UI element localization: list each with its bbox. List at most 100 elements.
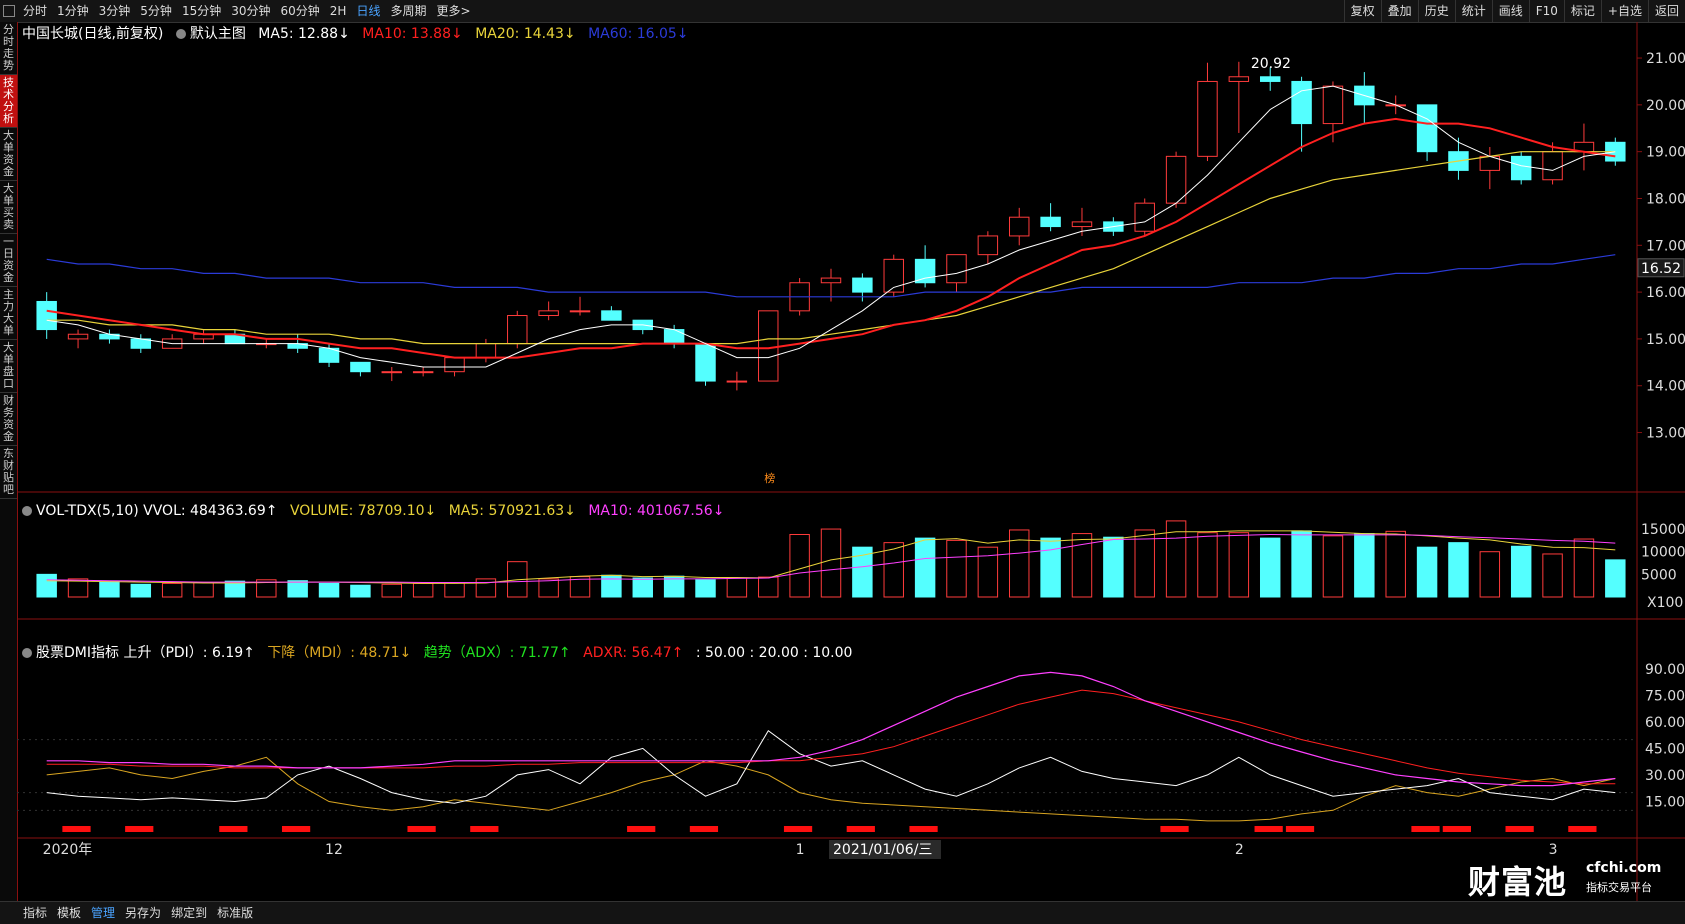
candle-body-23 <box>758 310 779 382</box>
volume-bar-47 <box>1510 545 1532 598</box>
candle-body-30 <box>977 235 999 256</box>
volume-bar-13 <box>444 582 465 598</box>
candle-body-25 <box>820 277 842 284</box>
volume-bar-8 <box>287 580 308 598</box>
price-tick-label-2: 19.00 <box>1646 145 1685 161</box>
dmi-tick-label-3: 45.00 <box>1645 741 1685 757</box>
dmi-name[interactable]: 股票DMI指标 上升（PDI）: 6.19↑ <box>36 645 255 661</box>
side-tab-1[interactable]: 技术分析 <box>0 75 17 128</box>
period-tab-2[interactable]: 3分钟 <box>94 0 136 22</box>
tool-tabs: 复权 叠加 历史 统计 画线 F10 标记 +自选 返回 <box>1343 0 1685 22</box>
candle-body-10 <box>350 361 371 373</box>
volume-bar-4 <box>161 582 183 598</box>
vol-tick-label-2: 5000 <box>1641 567 1677 583</box>
candle-body-15 <box>507 315 528 345</box>
period-tab-4[interactable]: 15分钟 <box>177 0 226 22</box>
tool-tab-0[interactable]: 复权 <box>1343 0 1381 22</box>
volume-bar-34 <box>1103 536 1124 598</box>
signal-bar-17 <box>1568 826 1597 832</box>
volume-bar-38 <box>1228 532 1250 598</box>
volume-bar-50 <box>1605 559 1626 598</box>
period-tab-3[interactable]: 5分钟 <box>135 0 177 22</box>
dmi-settings-icon[interactable] <box>22 648 32 658</box>
period-tab-10[interactable]: 更多> <box>431 0 475 22</box>
candle-body-39 <box>1259 76 1281 82</box>
tool-tab-1[interactable]: 叠加 <box>1380 0 1418 22</box>
price-tick-label-0: 21.00 <box>1646 51 1685 67</box>
volume-bar-6 <box>224 580 246 598</box>
bottom-tab-3[interactable]: 另存为 <box>120 902 166 924</box>
top-toolbar: 分时 1分钟 3分钟 5分钟 15分钟 30分钟 60分钟 2H 日线 多周期 更多> 复权 叠加 历史… <box>0 0 1685 23</box>
candle-body-20 <box>663 329 685 345</box>
price-tick-label-7: 14.00 <box>1646 379 1685 395</box>
side-tab-0[interactable]: 分时走势 <box>0 22 17 75</box>
tool-tab-2[interactable]: 历史 <box>1417 0 1455 22</box>
volume-bar-3 <box>130 583 152 598</box>
candle-body-0 <box>36 300 57 331</box>
chart-area[interactable]: 20.92 榜 21.00 20.00 19.00 18.00 17.00 16.00 15.… <box>17 22 1685 901</box>
ma5-line <box>46 85 1616 368</box>
period-tab-6[interactable]: 60分钟 <box>276 0 325 22</box>
main-price-chart[interactable]: 20.92 榜 <box>36 56 1626 485</box>
signal-bar-6 <box>627 826 656 832</box>
tool-tab-6[interactable]: 标记 <box>1563 0 1601 22</box>
date-label-0: 2020年 <box>43 842 93 858</box>
ma60-legend: MA60: 16.05↓ <box>588 26 689 42</box>
side-tab-2[interactable]: 大单资金 <box>0 128 17 181</box>
volume-bar-46 <box>1479 551 1501 598</box>
bottom-tab-0[interactable]: 指标 <box>18 902 52 924</box>
dmi-chart[interactable] <box>46 671 1616 832</box>
candle-body-44 <box>1416 104 1438 153</box>
candle-body-38 <box>1228 76 1250 82</box>
bottom-tab-2[interactable]: 管理 <box>86 902 120 924</box>
side-tab-7[interactable]: 财务资金 <box>0 393 17 446</box>
signal-bar-13 <box>1285 826 1315 832</box>
tool-tab-3[interactable]: 统计 <box>1454 0 1492 22</box>
signal-bar-1 <box>125 826 154 832</box>
period-tab-5[interactable]: 30分钟 <box>226 0 275 22</box>
settings-circle-icon[interactable] <box>175 29 186 39</box>
tool-tab-7[interactable]: +自选 <box>1600 0 1648 22</box>
volume-bar-14 <box>475 578 497 598</box>
side-tab-5[interactable]: 主力大单 <box>0 287 17 340</box>
tool-tab-4[interactable]: 画线 <box>1491 0 1529 22</box>
adxr-line <box>46 689 1616 785</box>
main-template[interactable]: 默认主图 <box>190 26 246 42</box>
volume-chart[interactable] <box>36 520 1626 598</box>
period-tab-0[interactable]: 分时 <box>18 0 52 22</box>
dmi-adx: 趋势（ADX）: 71.77↑ <box>423 645 571 661</box>
watermark-sub: 指标交易平台 <box>1586 881 1652 894</box>
dmi-tick-label-1: 75.00 <box>1645 688 1685 704</box>
signal-bar-5 <box>470 826 499 832</box>
period-tab-9[interactable]: 多周期 <box>385 0 431 22</box>
watermark-cn: 财富池 <box>1468 863 1568 901</box>
period-tab-1[interactable]: 1分钟 <box>52 0 94 22</box>
tool-tab-8[interactable]: 返回 <box>1647 0 1685 22</box>
volume-bar-37 <box>1197 532 1218 598</box>
vol-name[interactable]: VOL-TDX(5,10) VVOL: 484363.69↑ <box>36 503 277 519</box>
candle-body-28 <box>914 258 936 284</box>
bottom-tab-1[interactable]: 模板 <box>52 902 86 924</box>
candle-body-16 <box>538 310 559 317</box>
side-tab-8[interactable]: 东财贴吧 <box>0 446 17 499</box>
volume-bar-28 <box>914 537 936 598</box>
volume-bar-29 <box>946 539 967 598</box>
bottom-tab-4[interactable]: 绑定到 <box>166 902 212 924</box>
vol-settings-icon[interactable] <box>22 506 32 516</box>
side-tab-3[interactable]: 大单买卖 <box>0 181 17 234</box>
period-tab-7[interactable]: 2H <box>325 0 352 22</box>
watermark-en: cfchi.com <box>1586 860 1662 876</box>
volume-bar-23 <box>758 576 779 598</box>
vol-tick-label-0: 15000 <box>1641 522 1685 538</box>
vol-unit-label: X100 <box>1647 595 1683 611</box>
side-tab-4[interactable]: 一日资金 <box>0 234 17 287</box>
period-tabs: 分时 1分钟 3分钟 5分钟 15分钟 30分钟 60分钟 2H 日线 多周期 更多> <box>18 0 476 22</box>
period-tab-8[interactable]: 日线 <box>351 0 385 22</box>
date-label-4: 3 <box>1549 842 1558 858</box>
candle-body-12 <box>412 371 434 374</box>
tool-tab-5[interactable]: F10 <box>1528 0 1564 22</box>
window-icon[interactable] <box>3 5 15 17</box>
bottom-tab-5[interactable]: 标准版 <box>212 902 258 924</box>
signal-bar-16 <box>1505 826 1534 832</box>
side-tab-6[interactable]: 大单盘口 <box>0 340 17 393</box>
